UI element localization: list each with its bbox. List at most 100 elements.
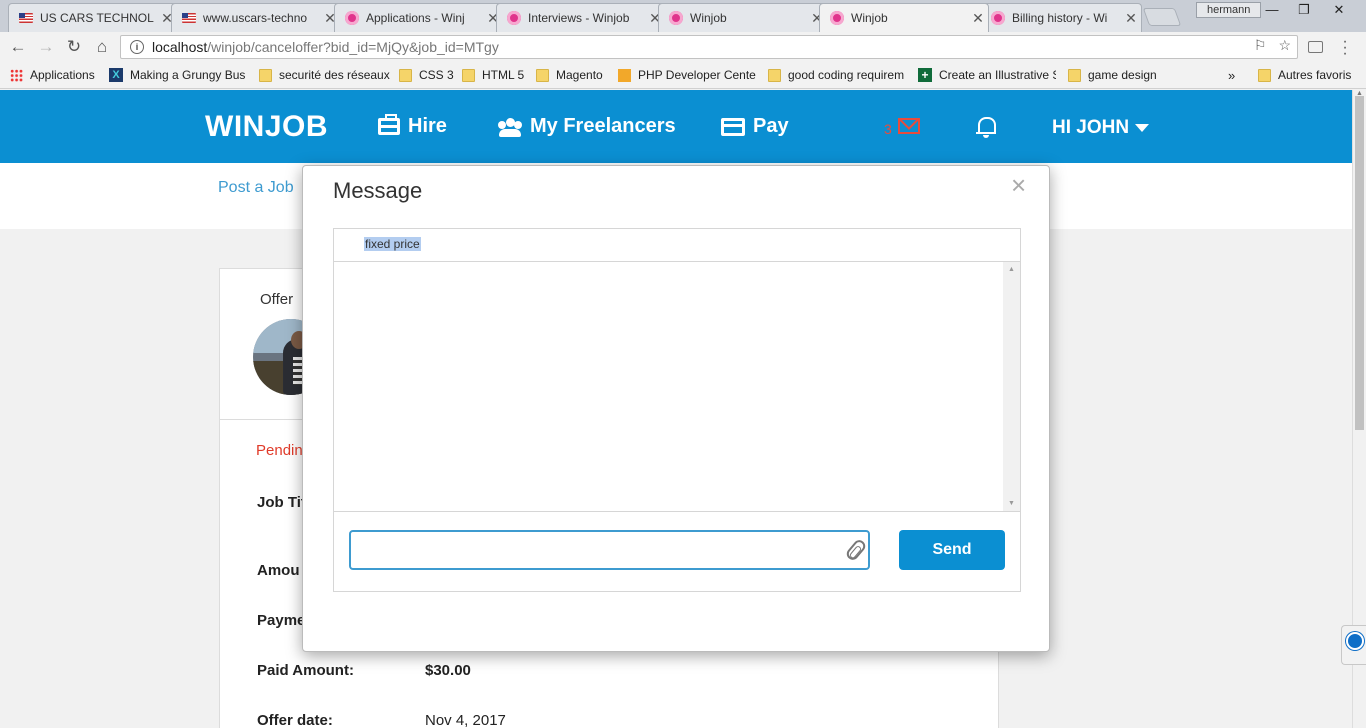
offer-date-value: Nov 4, 2017 (425, 712, 506, 728)
bookmark-label: Magento (556, 68, 603, 82)
amount-label: Amou (257, 562, 300, 579)
mail-count-badge[interactable]: 3 (884, 121, 892, 137)
back-icon[interactable]: ← (7, 37, 29, 57)
home-icon[interactable]: ⌂ (91, 37, 113, 57)
post-job-link[interactable]: Post a Job (218, 179, 294, 197)
profile-button[interactable]: hermann (1196, 2, 1262, 18)
message-composer (349, 530, 870, 570)
chat-subject-text: fixed price (364, 237, 421, 251)
tab-title: US CARS TECHNOL (40, 11, 154, 25)
winjob-icon (991, 11, 1005, 25)
bookmark-label: Making a Grungy Bus (130, 68, 246, 82)
chat-scrollbar[interactable]: ▲ ▼ (1003, 262, 1020, 511)
users-icon (498, 117, 522, 137)
bookmark-item[interactable]: HTML 5 (462, 68, 524, 82)
chat-subject: fixed price (334, 229, 1020, 262)
close-tab-icon[interactable]: ✕ (968, 10, 988, 27)
bookmark-item[interactable]: securité des réseaux (259, 68, 390, 82)
plus-icon: + (918, 68, 932, 82)
bookmark-item[interactable]: Magento (536, 68, 603, 82)
close-window-icon[interactable]: ✕ (1325, 2, 1353, 18)
tab-title: Billing history - Wi (1012, 11, 1108, 25)
nav-hire[interactable]: Hire (378, 114, 447, 138)
brand-logo[interactable]: WINJOB (205, 110, 328, 144)
folder-icon (399, 68, 412, 82)
address-toolbar: ← → ↻ ⌂ i localhost/winjob/canceloffer?b… (0, 32, 1366, 62)
maximize-icon[interactable]: ❐ (1290, 2, 1318, 18)
user-menu[interactable]: HI JOHN (1052, 117, 1150, 139)
bookmark-star-icon[interactable]: ☆ (1278, 37, 1291, 54)
tab-title: www.uscars-techno (203, 11, 308, 25)
payment-label: Payme (257, 612, 306, 629)
message-input[interactable] (351, 532, 868, 568)
nav-pay-label: Pay (753, 115, 789, 137)
envelope-icon[interactable] (898, 118, 920, 134)
forward-icon[interactable]: → (35, 37, 57, 57)
bookmark-item[interactable]: X Making a Grungy Bus (109, 68, 249, 82)
status-badge: Pendin (256, 442, 303, 459)
nav-my-freelancers[interactable]: My Freelancers (498, 115, 676, 138)
credit-card-icon (721, 117, 745, 136)
translate-icon[interactable]: ⚐ (1254, 37, 1267, 54)
nav-hire-label: Hire (408, 115, 447, 137)
close-tab-icon[interactable]: ✕ (1121, 10, 1141, 27)
reload-icon[interactable]: ↻ (63, 37, 85, 57)
bookmark-label: good coding requirem (788, 68, 905, 82)
bookmark-item[interactable]: Autres favoris (1258, 68, 1351, 82)
minimize-icon[interactable]: — (1258, 2, 1286, 17)
bookmark-item[interactable]: CSS 3 (399, 68, 454, 82)
winjob-icon (830, 11, 844, 25)
folder-icon (462, 68, 475, 82)
caret-down-icon (1135, 124, 1150, 132)
tab-title: Winjob (690, 11, 727, 25)
winjob-icon (669, 11, 683, 25)
send-button[interactable]: Send (899, 530, 1005, 570)
bell-icon[interactable] (976, 116, 996, 138)
close-icon[interactable]: × (1011, 170, 1026, 200)
paid-amount-value: $30.00 (425, 662, 471, 679)
us-flag-icon (19, 13, 33, 23)
scroll-down-icon[interactable]: ▼ (1008, 500, 1015, 507)
bookmark-label: Create an Illustrative S (939, 68, 1056, 82)
browser-tab-active[interactable]: Winjob ✕ (819, 3, 989, 32)
folder-icon (768, 68, 781, 82)
tab-title: Winjob (851, 11, 888, 25)
browser-tab[interactable]: Winjob ✕ (658, 3, 828, 32)
browser-tab[interactable]: US CARS TECHNOL ✕ (8, 3, 178, 32)
browser-tab[interactable]: Billing history - Wi ✕ (980, 3, 1142, 32)
bookmark-item[interactable]: + Create an Illustrative S (918, 68, 1056, 82)
bookmark-item[interactable]: PHP Developer Cente (618, 68, 756, 82)
bookmark-item[interactable]: Applications (10, 68, 95, 82)
briefcase-icon (378, 114, 400, 135)
url-bar[interactable]: i localhost/winjob/canceloffer?bid_id=Mj… (120, 35, 1298, 59)
chat-box: fixed price ▲ ▼ Send (333, 228, 1021, 592)
job-title-label: Job Tit (257, 494, 306, 511)
us-flag-icon (182, 13, 196, 23)
scroll-up-icon[interactable]: ▲ (1008, 266, 1015, 273)
browser-menu-icon[interactable]: · · · (1340, 34, 1350, 62)
bookmark-label: CSS 3 (419, 68, 454, 82)
chat-messages[interactable]: ▲ ▼ (334, 262, 1020, 512)
offer-title: Offer (260, 291, 294, 308)
browser-tab-strip: US CARS TECHNOL ✕ www.uscars-techno ✕ Ap… (0, 0, 1366, 32)
bookmark-item[interactable]: game design (1068, 68, 1157, 82)
bookmark-label: game design (1088, 68, 1157, 82)
scrollbar-thumb[interactable] (1355, 96, 1364, 430)
bookmark-label: PHP Developer Cente (638, 68, 756, 82)
nav-my-freelancers-label: My Freelancers (530, 115, 676, 137)
browser-tab[interactable]: www.uscars-techno ✕ (171, 3, 341, 32)
info-icon[interactable]: i (130, 40, 144, 54)
bookmark-label: Autres favoris (1278, 68, 1352, 82)
extension-icon[interactable] (1308, 41, 1323, 53)
browser-tab[interactable]: Applications - Winj ✕ (334, 3, 504, 32)
paid-amount-label: Paid Amount: (257, 662, 354, 679)
user-menu-label: HI JOHN (1052, 117, 1130, 138)
x-icon: X (109, 68, 123, 82)
box-icon (618, 68, 631, 82)
bookmark-item[interactable]: good coding requirem (768, 68, 906, 82)
new-tab-button[interactable] (1142, 8, 1182, 26)
browser-tab[interactable]: Interviews - Winjob ✕ (496, 3, 666, 32)
nav-pay[interactable]: Pay (721, 115, 789, 138)
bookmarks-overflow-icon[interactable]: » (1228, 68, 1235, 83)
teamviewer-icon[interactable] (1341, 625, 1366, 665)
